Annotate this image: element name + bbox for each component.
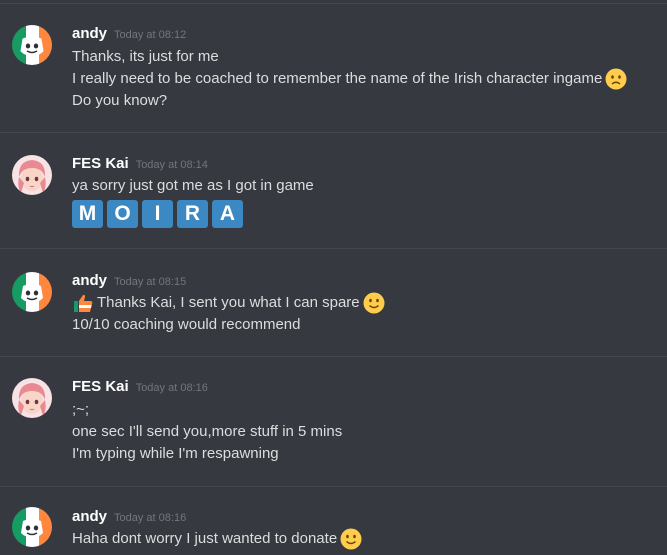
message-group: andy Today at 08:16 Haha dont worry I ju… <box>0 0 667 555</box>
slightly-smiling-face-emoji-icon[interactable] <box>340 528 362 550</box>
andy-avatar[interactable] <box>12 507 52 547</box>
message-header: andy Today at 08:16 <box>72 508 186 528</box>
irish-flag-discord-avatar-icon <box>12 507 52 547</box>
username[interactable]: andy <box>72 508 107 525</box>
chat-message-list[interactable]: andy Today at 08:12 Thanks, its just for… <box>0 0 667 555</box>
message-text: Haha dont worry I just wanted to donate <box>72 528 362 550</box>
timestamp: Today at 08:16 <box>114 512 187 524</box>
